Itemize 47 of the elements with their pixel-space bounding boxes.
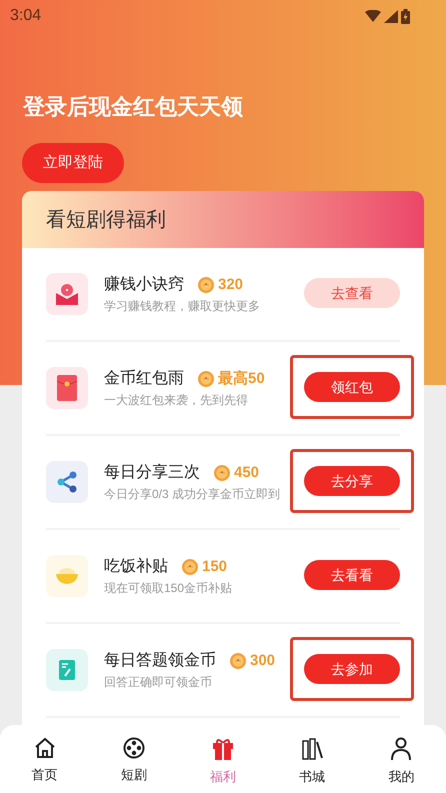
action-button[interactable]: 领红包 — [304, 372, 400, 402]
task-title: 金币红包雨 — [104, 368, 184, 389]
login-button[interactable]: 立即登陆 — [22, 143, 124, 183]
task-title: 每日分享三次 — [104, 462, 200, 483]
action-button[interactable]: 去参加 — [304, 654, 400, 684]
promo-title: 登录后现金红包天天领 — [23, 93, 244, 121]
person-icon — [390, 737, 412, 761]
tab-item[interactable]: 我的 — [356, 725, 446, 793]
tab-item[interactable]: 福利 — [178, 725, 268, 793]
coin-icon — [182, 559, 198, 575]
tab-item[interactable]: 短剧 — [89, 725, 178, 793]
reward-amount: 最高50 — [218, 368, 265, 389]
gift-icon — [211, 737, 235, 761]
battery-icon — [401, 8, 410, 24]
coin-icon — [230, 653, 246, 669]
home-icon — [34, 737, 56, 759]
reward-amount: 150 — [202, 556, 228, 577]
tab-item[interactable]: 书城 — [268, 725, 357, 793]
share-icon — [56, 471, 78, 493]
rice-bowl-icon — [56, 567, 78, 585]
task-title: 每日答题领金币 — [104, 650, 216, 671]
task-subtitle: 今日分享0/3 成功分享金币立即到 — [104, 486, 282, 503]
reward-amount: 450 — [234, 462, 260, 483]
notepad-icon — [59, 660, 75, 680]
action-button[interactable]: 去看看 — [304, 560, 400, 590]
task-title: 吃饭补贴 — [104, 556, 168, 577]
card-title: 看短剧得福利 — [46, 208, 166, 232]
task-title: 赚钱小诀窍 — [104, 274, 184, 295]
signal-icon — [384, 10, 398, 22]
task-subtitle: 学习赚钱教程，赚取更快更多 — [104, 298, 261, 315]
reward-amount: 300 — [250, 650, 276, 671]
task-subtitle: 一大波红包来袭，先到先得 — [104, 392, 249, 409]
action-button[interactable]: 去查看 — [304, 278, 400, 308]
coin-icon — [198, 277, 214, 293]
envelope-icon — [56, 283, 78, 305]
status-time: 3:04 — [10, 6, 42, 26]
tab-item[interactable]: 首页 — [0, 725, 90, 793]
film-reel-icon — [122, 737, 145, 759]
coin-icon — [214, 465, 230, 481]
task-subtitle: 现在可领取150金币补贴 — [104, 580, 234, 597]
bookshelf-icon — [300, 737, 324, 761]
reward-amount: 320 — [218, 274, 244, 295]
action-button[interactable]: 去分享 — [304, 466, 400, 496]
task-subtitle: 回答正确即可领金币 — [104, 674, 213, 691]
wifi-icon — [365, 10, 381, 22]
envelope-icon — [57, 375, 77, 401]
coin-icon — [198, 371, 214, 387]
